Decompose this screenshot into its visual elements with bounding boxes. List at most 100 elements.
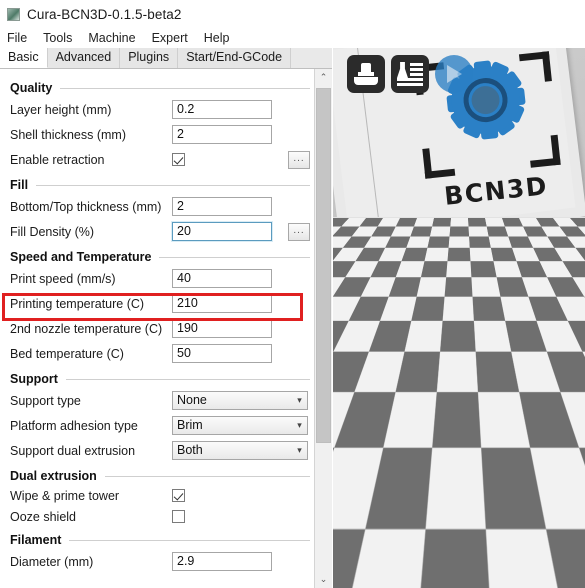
- setting-label: Enable retraction: [10, 152, 105, 167]
- support-type-dropdown[interactable]: None ▾: [172, 391, 308, 410]
- enable-retraction-checkbox[interactable]: [172, 153, 185, 166]
- setting-label: Platform adhesion type: [10, 418, 138, 433]
- bottom-top-thickness-input[interactable]: 2: [172, 197, 272, 216]
- platform-adhesion-type-dropdown[interactable]: Brim ▾: [172, 416, 308, 435]
- group-header-quality: Quality: [0, 75, 318, 97]
- dropdown-value: Brim: [177, 418, 203, 432]
- cura-application-window: Cura-BCN3D-0.1.5-beta2 File Tools Machin…: [0, 0, 585, 588]
- setting-label: Print speed (mm/s): [10, 271, 116, 286]
- group-header-speed-and-temperature: Speed and Temperature: [0, 244, 318, 266]
- load-model-icon[interactable]: [347, 55, 385, 93]
- viewport-toolbar: [347, 55, 473, 93]
- 3d-viewport[interactable]: BCN3D: [333, 48, 585, 588]
- setting-row-bed-temperature: Bed temperature (C) 50: [0, 341, 318, 366]
- setting-label: Printing temperature (C): [10, 296, 145, 311]
- tab-bar: Basic Advanced Plugins Start/End-GCode: [0, 48, 332, 69]
- group-rule: [69, 539, 310, 541]
- setting-row-enable-retraction: Enable retraction ...: [0, 147, 318, 172]
- fill-density-input[interactable]: 20: [171, 221, 273, 242]
- menu-item-expert[interactable]: Expert: [152, 31, 188, 45]
- settings-list: Quality Layer height (mm) 0.2 Shell thic…: [0, 69, 318, 574]
- setting-label: Fill Density (%): [10, 224, 95, 239]
- group-header-dual-extrusion: Dual extrusion: [0, 463, 318, 485]
- setting-label: Wipe & prime tower: [10, 488, 120, 503]
- group-rule: [65, 378, 310, 380]
- setting-row-printing-temperature: Printing temperature (C) 210: [0, 291, 318, 316]
- bracket-top-right-icon: [518, 51, 552, 85]
- chevron-down-icon: ▾: [297, 395, 302, 405]
- dropdown-value: None: [177, 393, 207, 407]
- setting-row-bottom-top-thickness: Bottom/Top thickness (mm) 2: [0, 194, 318, 219]
- ooze-shield-checkbox[interactable]: [172, 510, 185, 523]
- setting-label: Support dual extrusion: [10, 443, 136, 458]
- setting-row-diameter: Diameter (mm) 2.9: [0, 549, 318, 574]
- setting-row-ooze-shield: Ooze shield: [0, 506, 318, 527]
- print-profile-icon[interactable]: [391, 55, 429, 93]
- group-title: Fill: [10, 178, 29, 192]
- group-header-support: Support: [0, 366, 318, 388]
- shell-thickness-input[interactable]: 2: [172, 125, 272, 144]
- group-title: Support: [10, 372, 58, 386]
- setting-row-wipe-prime-tower: Wipe & prime tower: [0, 485, 318, 506]
- tab-advanced[interactable]: Advanced: [47, 48, 121, 68]
- view-mode-icon[interactable]: [435, 55, 473, 93]
- setting-row-support-type: Support type None ▾: [0, 388, 318, 413]
- settings-scrollbar[interactable]: ⌃ ⌄: [314, 69, 332, 588]
- setting-label: Layer height (mm): [10, 102, 112, 117]
- menu-item-tools[interactable]: Tools: [43, 31, 72, 45]
- tab-bar-filler: [291, 48, 332, 68]
- setting-label: 2nd nozzle temperature (C): [10, 321, 163, 336]
- chevron-down-icon: ▾: [297, 420, 302, 430]
- setting-label: Bed temperature (C): [10, 346, 124, 361]
- setting-label: Ooze shield: [10, 509, 77, 524]
- setting-row-print-speed: Print speed (mm/s) 40: [0, 266, 318, 291]
- menu-item-help[interactable]: Help: [204, 31, 230, 45]
- second-nozzle-temperature-input[interactable]: 190: [172, 319, 272, 338]
- print-profile-glyph: [397, 62, 423, 86]
- group-rule: [36, 184, 310, 186]
- print-speed-input[interactable]: 40: [172, 269, 272, 288]
- fill-density-options-button[interactable]: ...: [288, 222, 310, 241]
- setting-label: Bottom/Top thickness (mm): [10, 199, 162, 214]
- tab-start-end-gcode[interactable]: Start/End-GCode: [178, 48, 292, 68]
- support-dual-extrusion-dropdown[interactable]: Both ▾: [172, 441, 308, 460]
- group-rule: [159, 256, 310, 258]
- wipe-prime-tower-checkbox[interactable]: [172, 489, 185, 502]
- group-header-fill: Fill: [0, 172, 318, 194]
- setting-label: Diameter (mm): [10, 554, 94, 569]
- tab-basic[interactable]: Basic: [0, 48, 48, 68]
- group-rule: [104, 475, 310, 477]
- printing-temperature-input[interactable]: 210: [172, 294, 272, 313]
- scroll-down-arrow-icon[interactable]: ⌄: [315, 571, 332, 588]
- settings-panel: Quality Layer height (mm) 0.2 Shell thic…: [0, 69, 332, 588]
- setting-label: Shell thickness (mm): [10, 127, 126, 142]
- bracket-bottom-left-icon: [422, 145, 456, 179]
- menu-item-machine[interactable]: Machine: [88, 31, 135, 45]
- setting-row-second-nozzle-temperature: 2nd nozzle temperature (C) 190: [0, 316, 318, 341]
- diameter-input[interactable]: 2.9: [172, 552, 272, 571]
- bracket-bottom-right-icon: [527, 134, 561, 168]
- group-header-filament: Filament: [0, 527, 318, 549]
- scroll-up-arrow-icon[interactable]: ⌃: [315, 69, 332, 86]
- group-title: Speed and Temperature: [10, 250, 152, 264]
- setting-row-platform-adhesion-type: Platform adhesion type Brim ▾: [0, 413, 318, 438]
- group-title: Quality: [10, 81, 53, 95]
- scrollbar-thumb[interactable]: [316, 88, 331, 443]
- title-bar: Cura-BCN3D-0.1.5-beta2: [0, 0, 585, 28]
- menu-item-file[interactable]: File: [7, 31, 27, 45]
- dropdown-value: Both: [177, 443, 203, 457]
- enable-retraction-options-button[interactable]: ...: [288, 150, 310, 169]
- view-mode-glyph: [447, 65, 462, 83]
- group-rule: [60, 87, 310, 89]
- tab-plugins[interactable]: Plugins: [120, 48, 179, 68]
- load-model-glyph: [354, 63, 378, 85]
- setting-row-layer-height: Layer height (mm) 0.2: [0, 97, 318, 122]
- menu-bar: File Tools Machine Expert Help: [0, 28, 585, 48]
- group-title: Dual extrusion: [10, 469, 97, 483]
- setting-row-support-dual-extrusion: Support dual extrusion Both ▾: [0, 438, 318, 463]
- chevron-down-icon: ▾: [297, 445, 302, 455]
- bed-temperature-input[interactable]: 50: [172, 344, 272, 363]
- setting-row-shell-thickness: Shell thickness (mm) 2: [0, 122, 318, 147]
- group-title: Filament: [10, 533, 62, 547]
- layer-height-input[interactable]: 0.2: [172, 100, 272, 119]
